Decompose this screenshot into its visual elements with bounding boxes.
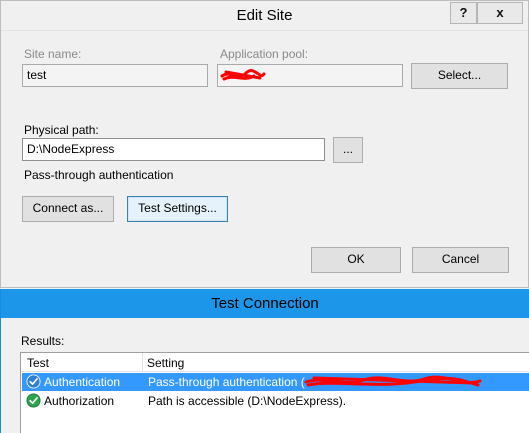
results-header: Test Setting [21,353,529,372]
select-app-pool-button[interactable]: Select... [411,63,508,89]
row-test-name: Authorization [44,394,115,408]
browse-button[interactable]: ... [333,137,363,163]
cancel-button[interactable]: Cancel [412,247,509,273]
app-pool-label: Application pool: [220,47,309,61]
app-pool-field[interactable] [217,64,403,87]
connect-as-button[interactable]: Connect as... [22,196,114,222]
physical-path-field[interactable]: D:\NodeExpress [22,138,325,161]
help-button[interactable]: ? [450,2,477,24]
row-test-name: Authentication [44,375,121,389]
site-name-label: Site name: [24,47,82,61]
results-table[interactable]: Test Setting Authentication Pass-through… [20,352,529,433]
edit-site-title: Edit Site [236,7,293,24]
table-row[interactable]: Authorization Path is accessible (D:\Nod… [22,392,529,410]
site-name-field[interactable]: test [22,64,208,87]
table-row[interactable]: Authentication Pass-through authenticati… [22,373,529,391]
close-button[interactable]: x [477,2,523,24]
row-setting-value: Path is accessible (D:\NodeExpress). [148,394,347,408]
test-connection-titlebar[interactable]: Test Connection [1,289,529,318]
edit-site-dialog: Edit Site ? x Site name: test Applicatio… [0,0,529,288]
column-header-test[interactable]: Test [27,356,49,370]
redaction-scribble [304,375,482,387]
physical-path-label: Physical path: [24,123,99,137]
row-setting-value: Pass-through authentication ( [148,375,305,389]
column-divider[interactable] [142,353,143,372]
redaction-scribble [220,69,266,81]
results-label: Results: [21,334,65,348]
check-icon [26,393,41,408]
check-icon [26,374,41,389]
test-settings-button[interactable]: Test Settings... [127,196,228,222]
test-connection-title: Test Connection [211,295,319,312]
column-header-setting[interactable]: Setting [147,356,184,370]
edit-site-titlebar[interactable]: Edit Site ? x [1,1,528,31]
auth-status-text: Pass-through authentication [24,168,174,182]
ok-button[interactable]: OK [311,247,401,273]
